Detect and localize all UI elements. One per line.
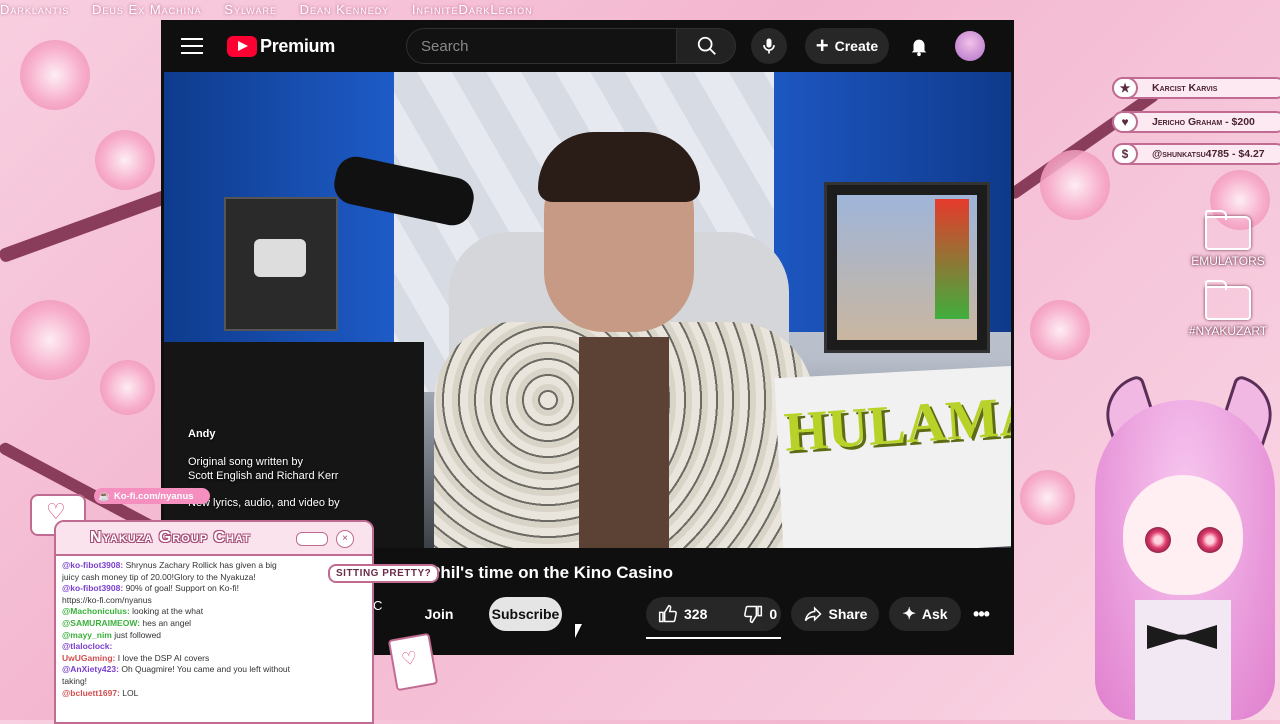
chat-header: Nyakuza Group Chat × (56, 522, 372, 556)
more-actions-button[interactable]: ••• (967, 597, 995, 631)
like-button[interactable]: 328 (646, 597, 719, 631)
voice-search-button[interactable] (751, 28, 787, 64)
video-caption-more: New lyrics, audio, and video by (188, 497, 340, 509)
create-label: Create (834, 38, 879, 54)
chat-message: juicy cash money tip of 20.00!Glory to t… (62, 571, 256, 582)
donation-item: $ @shunkatsu4785 - $4.27 (1112, 143, 1280, 165)
microphone-icon (763, 38, 775, 54)
chat-message: @mayy_nim just followed (62, 629, 162, 640)
chat-message: @bcluett1697: LOL (62, 687, 139, 698)
sparkle-icon: ✦ (902, 606, 916, 623)
chat-message: @tlaloclock: (62, 641, 113, 652)
mouse-cursor-icon (575, 624, 582, 638)
like-dislike-group: 328 0 (646, 597, 781, 631)
chat-message: https://ko-fi.com/nyanus (62, 594, 152, 605)
heart-icon: ♥ (1112, 111, 1138, 133)
chat-message: @ko-fibot3908: Shrynus Zachary Rollick h… (62, 560, 277, 570)
chat-message: @ko-fibot3908: 90% of goal! Support on K… (62, 583, 239, 594)
share-button[interactable]: Share (791, 597, 879, 631)
folder-emulators[interactable]: EMULATORS (1183, 210, 1273, 268)
ticker-item: Darklantis (0, 2, 70, 17)
share-label: Share (828, 606, 868, 622)
chat-message: taking! (62, 675, 88, 686)
like-ratio-bar (646, 637, 781, 639)
ticker-item: Deus Ex Machina (92, 2, 202, 17)
star-icon: ★ (1112, 77, 1138, 99)
ask-button[interactable]: ✦ Ask (889, 597, 961, 631)
folder-icon (1204, 210, 1251, 250)
chat-title: Nyakuza Group Chat (90, 529, 251, 546)
donation-item: ★ Karcist Karvis (1112, 77, 1280, 99)
streamer (434, 132, 814, 548)
play-button-plaque (224, 197, 338, 331)
dislike-button[interactable]: 0 (731, 597, 789, 631)
account-avatar[interactable] (955, 31, 985, 61)
video-player[interactable]: HULAMA Andy Original song written by Sco… (164, 72, 1011, 548)
folder-icon (1204, 280, 1251, 320)
menu-icon[interactable] (181, 38, 203, 54)
logo-text: Premium (260, 35, 335, 56)
video-title: Phil's time on the Kino Casino (429, 563, 673, 582)
ticker-item: InfiniteDarkLegion (411, 2, 533, 17)
channel-name[interactable]: C (373, 598, 382, 613)
search-icon (697, 36, 716, 55)
search-input[interactable] (406, 28, 676, 64)
heart-note-icon (387, 632, 439, 692)
share-icon (804, 606, 822, 622)
plus-icon: + (815, 33, 829, 58)
more-icon: ••• (973, 603, 990, 624)
notifications-button[interactable] (901, 28, 937, 64)
thumbs-down-icon (744, 605, 763, 624)
kofi-link[interactable]: ☕ Ko-fi.com/nyanus (94, 488, 210, 504)
close-icon[interactable]: × (336, 530, 354, 548)
youtube-header: Premium + Create (161, 20, 1014, 72)
vtuber-avatar (1085, 374, 1280, 720)
bell-icon (911, 39, 927, 57)
subscribe-button[interactable]: Subscribe (489, 597, 562, 631)
create-button[interactable]: + Create (805, 28, 889, 64)
ticker-item: Dean Kennedy (299, 2, 390, 17)
chat-message: @AnXiety423: Oh Quagmire! You came and y… (62, 664, 291, 675)
ticker-credits: Darklantis Deus Ex Machina Sylware Dean … (0, 2, 1180, 20)
folder-label: EMULATORS (1191, 254, 1265, 268)
cup-icon: ☕ (98, 490, 110, 502)
chat-message: UwUGaming: I love the DSP AI covers (62, 652, 210, 663)
chat-panel: Nyakuza Group Chat × @ko-fibot3908: Shry… (54, 520, 374, 724)
folder-nyakuzart[interactable]: #NYAKUZART (1183, 280, 1273, 338)
youtube-play-icon (227, 35, 257, 57)
chat-messages: @ko-fibot3908: Shrynus Zachary Rollick h… (56, 556, 372, 703)
chat-message: @Machoniculus: looking at the what (62, 606, 204, 617)
ask-label: Ask (921, 606, 948, 622)
arcade-poster (824, 182, 990, 353)
sitting-pretty-label: SITTING PRETTY? (328, 564, 440, 583)
folder-label: #NYAKUZART (1188, 324, 1268, 338)
chat-minimize-button[interactable] (296, 532, 328, 546)
youtube-premium-logo[interactable]: Premium (227, 34, 335, 58)
join-button[interactable]: Join (419, 597, 459, 631)
chat-message: @SAMURAIMEOW: hes an angel (62, 617, 192, 628)
like-count: 328 (684, 606, 708, 622)
dislike-count: 0 (769, 606, 778, 622)
dollar-icon: $ (1112, 143, 1138, 165)
donation-item: ♥ Jericho Graham - $200 (1112, 111, 1280, 133)
thumbs-up-icon (658, 604, 677, 623)
video-caption-name: Andy (188, 428, 216, 440)
ticker-item: Sylware (224, 2, 277, 17)
search-button[interactable] (676, 28, 736, 64)
video-caption-credit: Original song written by Scott English a… (188, 456, 339, 482)
